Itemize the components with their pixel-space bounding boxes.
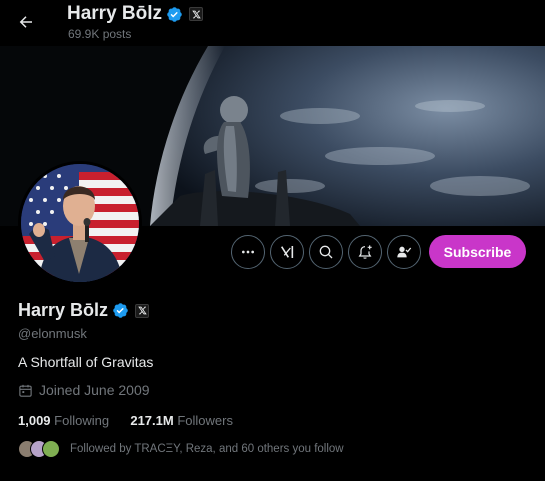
following-button[interactable] — [387, 235, 421, 269]
x-affiliate-badge-icon[interactable] — [135, 303, 150, 318]
avatar — [42, 440, 60, 458]
followers-link[interactable]: 217.1M Followers — [130, 413, 233, 428]
bell-plus-icon — [358, 245, 372, 259]
more-button[interactable] — [231, 235, 265, 269]
user-handle: @elonmusk — [18, 326, 87, 341]
notify-button[interactable] — [348, 235, 382, 269]
header-title-row: Harry Bōlz — [67, 3, 204, 25]
joined-date-row: Joined June 2009 — [18, 382, 150, 398]
joined-date: Joined June 2009 — [39, 382, 150, 398]
header-title: Harry Bōlz — [67, 3, 163, 24]
verified-badge-icon[interactable] — [112, 302, 129, 319]
top-bar: Harry Bōlz 69.9K posts — [0, 0, 545, 46]
followers-you-know[interactable]: Followed by TRACΞY, Reza, and 60 others … — [18, 438, 344, 460]
posts-count: 69.9K posts — [68, 27, 132, 41]
arrow-left-icon — [19, 16, 32, 28]
person-check-icon — [397, 246, 412, 258]
followers-label: Followers — [177, 413, 233, 428]
profile-bio: A Shortfall of Gravitas — [18, 354, 154, 370]
search-icon — [319, 245, 333, 259]
more-icon — [242, 250, 254, 254]
follower-avatars — [18, 438, 64, 460]
grok-button[interactable] — [270, 235, 304, 269]
following-link[interactable]: 1,009 Following — [18, 413, 113, 428]
verified-badge-icon — [167, 6, 182, 22]
profile-name-row: Harry Bōlz — [18, 300, 150, 321]
follow-stats: 1,009 Following 217.1M Followers — [18, 413, 233, 428]
subscribe-button[interactable]: Subscribe — [429, 235, 526, 268]
following-count: 1,009 — [18, 413, 51, 428]
calendar-icon — [19, 384, 32, 397]
x-affiliate-badge-icon — [189, 7, 204, 21]
following-label: Following — [54, 413, 110, 428]
back-button[interactable] — [10, 6, 42, 38]
display-name: Harry Bōlz — [18, 300, 109, 320]
followers-count: 217.1M — [130, 413, 174, 428]
profile-page: Harry Bōlz 69.9K posts Subscribe Harry B… — [0, 0, 545, 481]
grok-icon — [280, 246, 294, 258]
avatar-image — [21, 164, 139, 282]
profile-avatar[interactable] — [18, 161, 142, 285]
search-button[interactable] — [309, 235, 343, 269]
followed-by-text: Followed by TRACΞY, Reza, and 60 others … — [70, 443, 344, 455]
